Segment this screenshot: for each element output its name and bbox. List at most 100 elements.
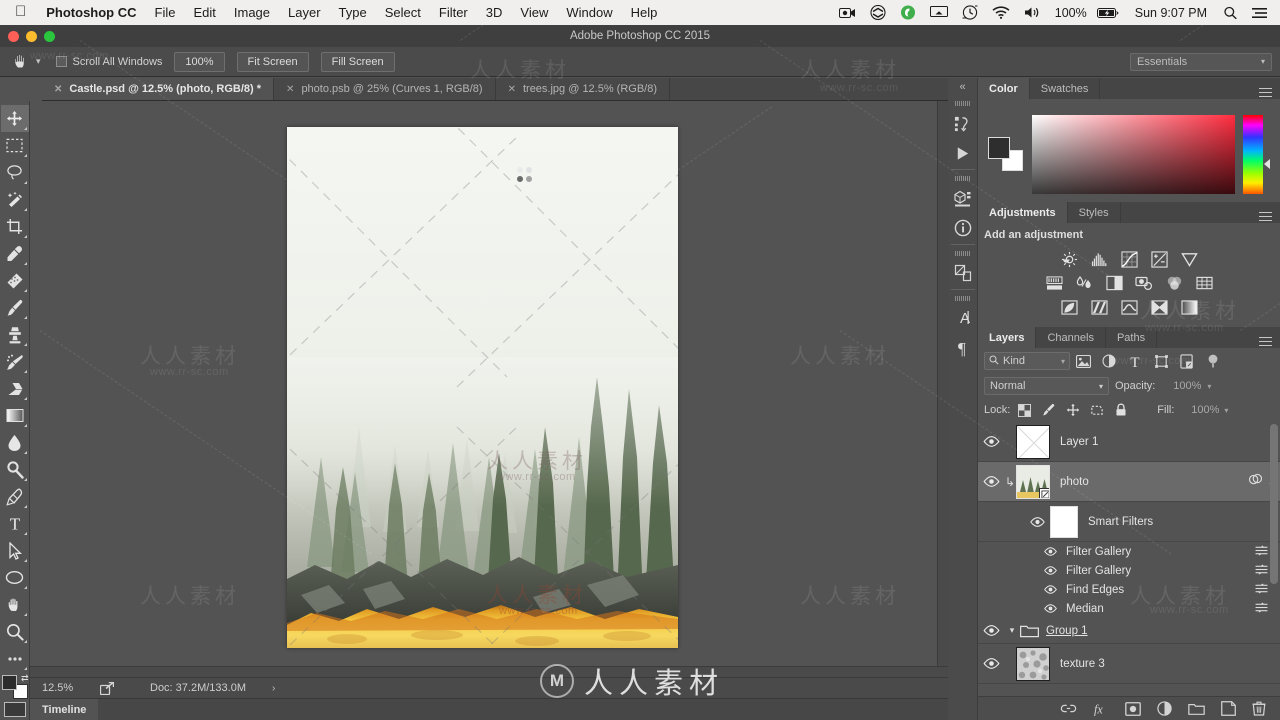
type-layer-filter-icon[interactable]: T xyxy=(1122,350,1148,372)
foreground-color-swatch[interactable] xyxy=(1,675,17,690)
eyedropper-tool[interactable] xyxy=(1,240,29,267)
fill-value[interactable]: 100% xyxy=(1179,404,1219,416)
add-layer-style-icon[interactable]: fx xyxy=(1093,702,1109,715)
layers-list[interactable]: Layer 1 ↳ photo Smart Filters Filter Gal… xyxy=(978,422,1280,687)
document-tab-trees[interactable]: ✕ trees.jpg @ 12.5% (RGB/8) xyxy=(495,78,671,100)
move-tool[interactable] xyxy=(0,105,29,132)
eye-icon[interactable] xyxy=(1044,547,1066,556)
battery-icon[interactable] xyxy=(1090,7,1126,19)
eye-icon[interactable] xyxy=(1044,585,1066,594)
document-tab-photo[interactable]: ✕ photo.psb @ 25% (Curves 1, RGB/8) xyxy=(274,78,496,100)
menu-window[interactable]: Window xyxy=(557,5,621,20)
rail-grip-2[interactable] xyxy=(954,176,971,181)
history-icon[interactable] xyxy=(949,108,977,138)
filter-name[interactable]: Median xyxy=(1066,603,1104,615)
ellipse-tool[interactable] xyxy=(1,564,29,591)
menu-file[interactable]: File xyxy=(146,5,185,20)
chevron-down-icon[interactable]: ▾ xyxy=(1004,625,1020,636)
canvas-area[interactable]: 人人素材 www.rr-sc.com 人人素材 www.rr-sc.com xyxy=(30,101,948,677)
layer-thumbnail[interactable] xyxy=(1016,424,1050,459)
brightness-contrast-icon[interactable] xyxy=(1059,249,1079,269)
smart-filters-row[interactable]: Smart Filters xyxy=(978,502,1280,542)
selective-color-icon[interactable] xyxy=(1179,297,1199,317)
menu-3d[interactable]: 3D xyxy=(477,5,512,20)
pixel-layer-filter-icon[interactable] xyxy=(1070,350,1096,372)
lasso-tool[interactable] xyxy=(1,159,29,186)
menu-layer[interactable]: Layer xyxy=(279,5,330,20)
gradient-map-icon[interactable] xyxy=(1149,297,1169,317)
hand-tool-icon[interactable] xyxy=(8,51,34,73)
posterize-icon[interactable] xyxy=(1089,297,1109,317)
clone-stamp-tool[interactable] xyxy=(1,321,29,348)
maximize-window-button[interactable] xyxy=(44,31,55,42)
evernote-icon[interactable] xyxy=(893,5,923,20)
fit-screen-button[interactable]: Fit Screen xyxy=(236,51,309,72)
layer-thumbnail[interactable] xyxy=(1016,646,1050,681)
minimize-window-button[interactable] xyxy=(26,31,37,42)
rail-grip-3[interactable] xyxy=(954,251,971,256)
lock-position-icon[interactable] xyxy=(1063,401,1082,419)
invert-icon[interactable] xyxy=(1059,297,1079,317)
opacity-chevron-down-icon[interactable]: ▾ xyxy=(1207,382,1211,391)
color-hue-ramp[interactable] xyxy=(1243,114,1270,194)
info-icon[interactable] xyxy=(949,213,977,243)
new-adjustment-layer-icon[interactable] xyxy=(1157,701,1172,716)
volume-icon[interactable] xyxy=(1017,6,1048,19)
workspace-selector[interactable]: Essentials ▾ xyxy=(1130,52,1272,71)
curves-icon[interactable] xyxy=(1119,249,1139,269)
eye-icon[interactable] xyxy=(978,625,1004,636)
vibrance-icon[interactable] xyxy=(1179,249,1199,269)
eye-icon[interactable] xyxy=(978,476,1004,487)
filter-row-filter-gallery-1[interactable]: Filter Gallery xyxy=(978,542,1280,561)
lock-image-pixels-icon[interactable] xyxy=(1039,401,1058,419)
tool-preset-chevron-down-icon[interactable]: ▾ xyxy=(36,56,41,67)
exposure-icon[interactable] xyxy=(1149,249,1169,269)
layer-row-layer-1[interactable]: Layer 1 xyxy=(978,422,1280,462)
screen-recording-icon[interactable] xyxy=(832,7,863,19)
group-name[interactable]: Group 1 xyxy=(1042,625,1088,637)
hand-tool[interactable] xyxy=(1,591,29,618)
close-icon[interactable]: ✕ xyxy=(508,84,516,95)
filter-row-filter-gallery-2[interactable]: Filter Gallery xyxy=(978,561,1280,580)
opacity-value[interactable]: 100% xyxy=(1161,380,1201,392)
edit-toolbar-tool[interactable] xyxy=(1,645,29,672)
channel-mixer-icon[interactable] xyxy=(1164,273,1184,293)
layers-scrollbar[interactable] xyxy=(1270,424,1278,682)
tab-channels[interactable]: Channels xyxy=(1036,327,1106,348)
smart-object-filter-icon[interactable] xyxy=(1174,350,1200,372)
quick-mask-toggle[interactable] xyxy=(2,702,28,720)
new-group-icon[interactable] xyxy=(1188,702,1205,716)
layer-name[interactable]: texture 3 xyxy=(1050,658,1105,670)
hue-marker-icon[interactable] xyxy=(1264,158,1270,169)
black-white-icon[interactable] xyxy=(1104,273,1124,293)
fill-chevron-down-icon[interactable]: ▾ xyxy=(1224,406,1228,415)
history-brush-tool[interactable] xyxy=(1,348,29,375)
close-icon[interactable]: ✕ xyxy=(286,84,294,95)
fill-screen-button[interactable]: Fill Screen xyxy=(320,51,395,72)
character-icon[interactable]: A xyxy=(949,303,977,333)
filter-row-median[interactable]: Median xyxy=(978,599,1280,618)
lock-all-icon[interactable] xyxy=(1111,401,1130,419)
photo-filter-icon[interactable] xyxy=(1134,273,1154,293)
menu-filter[interactable]: Filter xyxy=(430,5,477,20)
swap-colors-icon[interactable]: ⇄ xyxy=(21,673,29,684)
tab-color[interactable]: Color xyxy=(978,78,1030,99)
menu-app-name[interactable]: Photoshop CC xyxy=(37,5,145,20)
filter-toggle-icon[interactable] xyxy=(1200,350,1226,372)
filter-row-find-edges[interactable]: Find Edges xyxy=(978,580,1280,599)
layers-panel-menu-icon[interactable] xyxy=(1251,327,1280,348)
zoom-100-button[interactable]: 100% xyxy=(174,51,225,72)
3d-icon[interactable] xyxy=(949,183,977,213)
filter-name[interactable]: Filter Gallery xyxy=(1066,565,1131,577)
threshold-icon[interactable] xyxy=(1119,297,1139,317)
path-selection-tool[interactable] xyxy=(1,537,29,564)
rectangular-marquee-tool[interactable] xyxy=(1,132,29,159)
filter-name[interactable]: Find Edges xyxy=(1066,584,1124,596)
adjustments-panel-menu-icon[interactable] xyxy=(1251,202,1280,223)
eye-icon[interactable] xyxy=(1024,516,1050,527)
layer-row-texture-3[interactable]: texture 3 xyxy=(978,644,1280,684)
zoom-tool[interactable] xyxy=(1,618,29,645)
libraries-icon[interactable] xyxy=(949,258,977,288)
expand-panels-icon[interactable]: « xyxy=(948,78,977,96)
canvas-vertical-scrollbar[interactable] xyxy=(937,101,948,677)
